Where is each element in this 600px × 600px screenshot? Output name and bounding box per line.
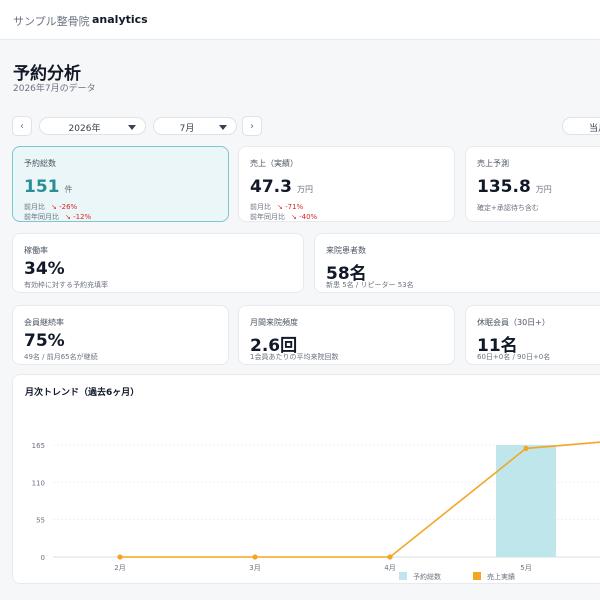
year-select[interactable]: 2026年 <box>39 117 146 135</box>
legend-item-bookings[interactable]: 予約総数 <box>399 572 441 582</box>
chevron-right-icon: › <box>250 120 254 132</box>
legend-swatch <box>399 572 407 580</box>
kpi-value: 151 件 <box>24 177 73 197</box>
kpi-value: 75% <box>24 331 65 351</box>
kpi-yoy-value: ↘ -12% <box>65 213 92 221</box>
kpi-value: 47.3 万円 <box>250 177 313 197</box>
kpi-card-sales[interactable]: 売上（実績） 47.3 万円 前月比 ↘ -71% 前年同月比 ↘ -40% <box>238 146 455 222</box>
x-tick-label: 5月 <box>520 564 531 572</box>
x-tick-label: 3月 <box>249 564 260 572</box>
legend-label: 売上実績 <box>487 573 515 581</box>
y-tick-label: 55 <box>36 517 45 525</box>
kpi-unit: 万円 <box>296 185 313 194</box>
kpi-card-dormant[interactable]: 休眠会員（30日+） 11名 60日+0名 / 90日+0名 <box>465 305 600 365</box>
this-month-button[interactable]: 当月 <box>562 117 600 135</box>
kpi-label: 売上（実績） <box>250 159 298 168</box>
y-tick-label: 165 <box>32 442 45 450</box>
kpi-label: 会員継続率 <box>24 318 64 327</box>
kpi-unit: 万円 <box>535 185 552 194</box>
breadcrumb-clinic-link[interactable]: サンプル整骨院 <box>13 13 90 29</box>
kpi-unit: 件 <box>64 185 73 194</box>
sales-point-2月 <box>117 554 123 560</box>
kpi-note: 確定+承認待ち含む <box>477 204 539 212</box>
bar-5月 <box>496 445 556 557</box>
kpi-label: 月間来院頻度 <box>250 318 298 327</box>
y-tick-label: 110 <box>32 479 45 487</box>
kpi-mom: 前月比 ↘ -71% <box>250 202 303 212</box>
kpi-yoy-label: 前年同月比 <box>250 213 285 221</box>
sales-point-5月 <box>523 445 529 451</box>
kpi-mom-value: ↘ -71% <box>277 203 304 211</box>
kpi-mom-label: 前月比 <box>250 203 271 211</box>
breadcrumb-current: analytics <box>92 13 148 26</box>
y-tick-label: 0 <box>41 554 45 562</box>
kpi-mom: 前月比 ↘ -26% <box>24 202 77 212</box>
kpi-value: 135.8 万円 <box>477 177 552 197</box>
kpi-yoy-label: 前年同月比 <box>24 213 59 221</box>
kpi-number: 135.8 <box>477 177 531 197</box>
trend-chart: 0 55 110 165 2月 3月 4月 5月 <box>32 441 600 572</box>
kpi-card-patients[interactable]: 来院患者数 58名 新患 5名 / リピーター 53名 <box>314 233 600 293</box>
legend-item-sales[interactable]: 売上実績 <box>473 572 515 582</box>
kpi-note: 1会員あたりの平均来院回数 <box>250 353 339 361</box>
kpi-label: 予約総数 <box>24 159 56 168</box>
next-month-button[interactable]: › <box>242 116 262 136</box>
kpi-label: 稼働率 <box>24 246 48 255</box>
kpi-yoy: 前年同月比 ↘ -40% <box>250 212 317 222</box>
x-tick-label: 4月 <box>384 564 395 572</box>
caret-down-icon <box>128 125 136 130</box>
month-select-value: 7月 <box>179 124 195 134</box>
kpi-label: 来院患者数 <box>326 246 366 255</box>
kpi-card-frequency[interactable]: 月間来院頻度 2.6回 1会員あたりの平均来院回数 <box>238 305 455 365</box>
legend-swatch <box>473 572 481 580</box>
top-bar: サンプル整骨院 › analytics <box>0 0 600 40</box>
chevron-left-icon: ‹ <box>20 120 24 132</box>
kpi-number: 151 <box>24 177 60 197</box>
x-tick-label: 2月 <box>114 564 125 572</box>
kpi-note: 60日+0名 / 90日+0名 <box>477 353 551 361</box>
prev-month-button[interactable]: ‹ <box>12 116 32 136</box>
kpi-card-forecast[interactable]: 売上予測 135.8 万円 確定+承認待ち含む <box>465 146 600 222</box>
sales-point-4月 <box>387 554 393 560</box>
kpi-mom-value: ↘ -26% <box>51 203 78 211</box>
month-select[interactable]: 7月 <box>153 117 237 135</box>
kpi-note: 49名 / 前月65名が継続 <box>24 353 98 361</box>
kpi-yoy: 前年同月比 ↘ -12% <box>24 212 91 222</box>
kpi-label: 休眠会員（30日+） <box>477 318 550 327</box>
legend-label: 予約総数 <box>413 573 441 581</box>
kpi-note: 有効枠に対する予約充填率 <box>24 281 108 289</box>
kpi-mom-label: 前月比 <box>24 203 45 211</box>
kpi-label: 売上予測 <box>477 159 509 168</box>
kpi-card-bookings[interactable]: 予約総数 151 件 前月比 ↘ -26% 前年同月比 ↘ -12% <box>12 146 229 222</box>
trend-chart-card: 月次トレンド（過去6ヶ月） 0 55 110 165 2月 3月 4月 5月 予約総数 売上実… <box>12 374 600 584</box>
sales-point-3月 <box>252 554 258 560</box>
year-select-value: 2026年 <box>68 124 101 134</box>
kpi-card-utilization[interactable]: 稼働率 34% 有効枠に対する予約充填率 <box>12 233 304 293</box>
breadcrumb-separator: › <box>80 13 84 24</box>
caret-down-icon <box>219 125 227 130</box>
kpi-note: 新患 5名 / リピーター 53名 <box>326 281 414 289</box>
kpi-card-retention[interactable]: 会員継続率 75% 49名 / 前月65名が継続 <box>12 305 229 365</box>
kpi-yoy-value: ↘ -40% <box>291 213 318 221</box>
page-subtitle: 2026年7月のデータ <box>13 84 96 94</box>
kpi-number: 47.3 <box>250 177 292 197</box>
kpi-value: 34% <box>24 259 65 279</box>
